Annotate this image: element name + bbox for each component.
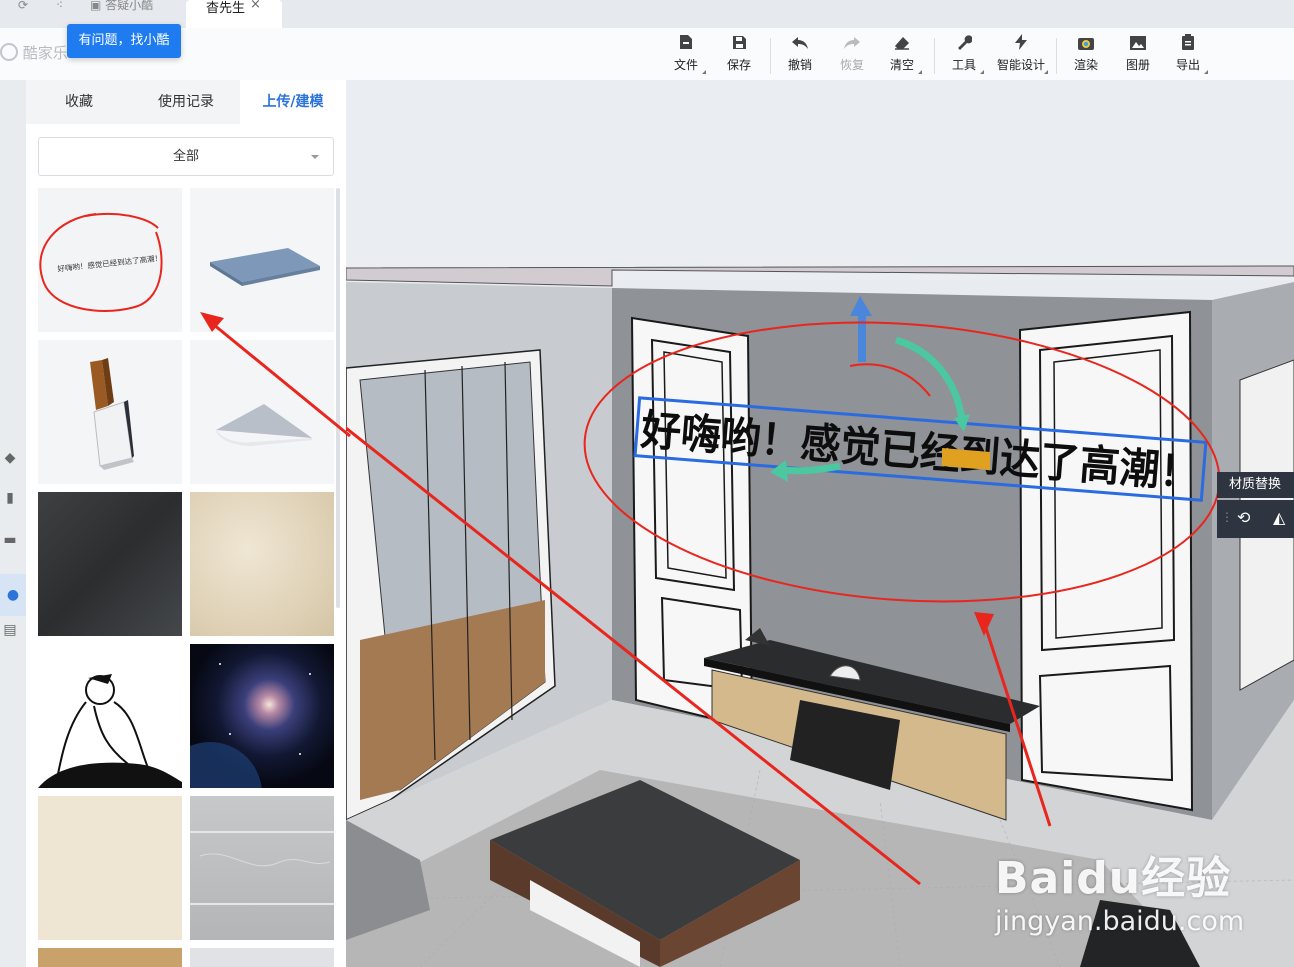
tab-label: 答疑小酷 bbox=[105, 0, 154, 12]
door-icon[interactable]: ▮ bbox=[0, 490, 20, 516]
thumbnail-partial[interactable] bbox=[38, 948, 182, 967]
toolbar-divider bbox=[1056, 38, 1057, 74]
render-button[interactable]: 渲染 bbox=[1064, 34, 1108, 78]
watermark-url: jingyan.baidu.com bbox=[995, 906, 1245, 937]
model-library-panel: 收藏 使用记录 上传/建模 全部 好嗨哟！感觉已经到达了高潮！ bbox=[26, 80, 346, 967]
rotate-icon[interactable]: ⟲ bbox=[1237, 508, 1250, 527]
category-filter-select[interactable]: 全部 bbox=[38, 137, 334, 176]
redo-button[interactable]: 恢复 bbox=[830, 34, 874, 78]
user-icon[interactable]: ● bbox=[0, 574, 26, 616]
logo-icon bbox=[0, 43, 18, 61]
refresh-icon[interactable]: ⟳ bbox=[18, 0, 32, 28]
toolbar-divider bbox=[934, 38, 935, 74]
tab-history[interactable]: 使用记录 bbox=[133, 80, 239, 124]
browser-tab-strip: ⟳ ⁖ ▣ 答疑小酷 杳先生 × bbox=[0, 0, 1294, 28]
toolbar-divider bbox=[770, 38, 771, 74]
tools-button[interactable]: 工具 bbox=[942, 34, 986, 78]
album-button[interactable]: 图册 bbox=[1116, 34, 1160, 78]
thumbnail-linen[interactable] bbox=[38, 796, 182, 940]
tab-label: 杳先生 bbox=[206, 1, 246, 16]
lightning-icon bbox=[992, 34, 1050, 56]
export-icon bbox=[1166, 34, 1210, 56]
grid-icon: ▣ bbox=[90, 0, 102, 12]
baidu-watermark: Baidu经验 jingyan.baidu.com bbox=[995, 828, 1265, 938]
tab-current-design[interactable]: 杳先生 × bbox=[186, 0, 282, 28]
annotation-arrow bbox=[200, 312, 351, 438]
tab-favorites[interactable]: 收藏 bbox=[26, 80, 132, 124]
file-button[interactable]: 文件 bbox=[664, 34, 708, 78]
undo-icon bbox=[778, 34, 822, 56]
thumbnail-beige-paper[interactable] bbox=[190, 492, 334, 636]
close-icon[interactable]: × bbox=[250, 0, 261, 12]
left-icon-rail: ◆ ▮ ▬ ● ▤ bbox=[0, 80, 26, 967]
shape-icon[interactable]: ◆ bbox=[0, 450, 20, 476]
wrench-icon bbox=[942, 34, 986, 56]
context-toolbar: ⋮ ⟲ ◭ bbox=[1217, 500, 1294, 538]
redo-icon bbox=[830, 34, 874, 56]
clear-button[interactable]: 清空 bbox=[880, 34, 924, 78]
eraser-icon bbox=[880, 34, 924, 56]
thumbnail-galaxy[interactable] bbox=[190, 644, 334, 788]
save-icon bbox=[717, 34, 761, 56]
thumbnail-marble-tile[interactable] bbox=[190, 796, 334, 940]
export-button[interactable]: 导出 bbox=[1166, 34, 1210, 78]
album-icon bbox=[1116, 34, 1160, 56]
smart-design-button[interactable]: 智能设计 bbox=[992, 34, 1050, 78]
thumbnail-sketch-figure[interactable] bbox=[38, 644, 182, 788]
file-icon bbox=[664, 34, 708, 56]
undo-button[interactable]: 撤销 bbox=[778, 34, 822, 78]
help-tooltip[interactable]: 有问题，找小酷 bbox=[67, 24, 181, 58]
save-button[interactable]: 保存 bbox=[717, 34, 761, 78]
mirror-icon[interactable]: ◭ bbox=[1273, 508, 1285, 527]
material-replace-button[interactable]: 材质替换 bbox=[1217, 472, 1294, 498]
cabinet-icon[interactable]: ▤ bbox=[0, 622, 20, 648]
render-icon bbox=[1064, 34, 1108, 56]
thumbnail-wood-corner[interactable] bbox=[38, 340, 182, 484]
main-toolbar: 酷家乐 文件 保存 撤销 恢复 清空 工具 智能设计 渲染 图册 导出 bbox=[0, 28, 1294, 81]
tab-upload-model[interactable]: 上传/建模 bbox=[240, 80, 346, 124]
logo: 酷家乐 bbox=[0, 42, 68, 63]
drag-handle-icon[interactable]: ⋮ bbox=[1221, 510, 1233, 524]
chevron-down-icon bbox=[311, 155, 319, 159]
thumbnail-caption: 好嗨哟！感觉已经到达了高潮！ bbox=[57, 253, 162, 274]
thumbnail-dark-fabric[interactable] bbox=[38, 492, 182, 636]
sofa-icon[interactable]: ▬ bbox=[0, 532, 20, 558]
thumbnail-partial[interactable] bbox=[190, 948, 334, 967]
panel-tab-bar: 收藏 使用记录 上传/建模 bbox=[26, 80, 346, 124]
thumbnail-text-model[interactable]: 好嗨哟！感觉已经到达了高潮！ bbox=[38, 188, 182, 332]
watermark-logo-text: Baidu经验 bbox=[995, 853, 1232, 904]
